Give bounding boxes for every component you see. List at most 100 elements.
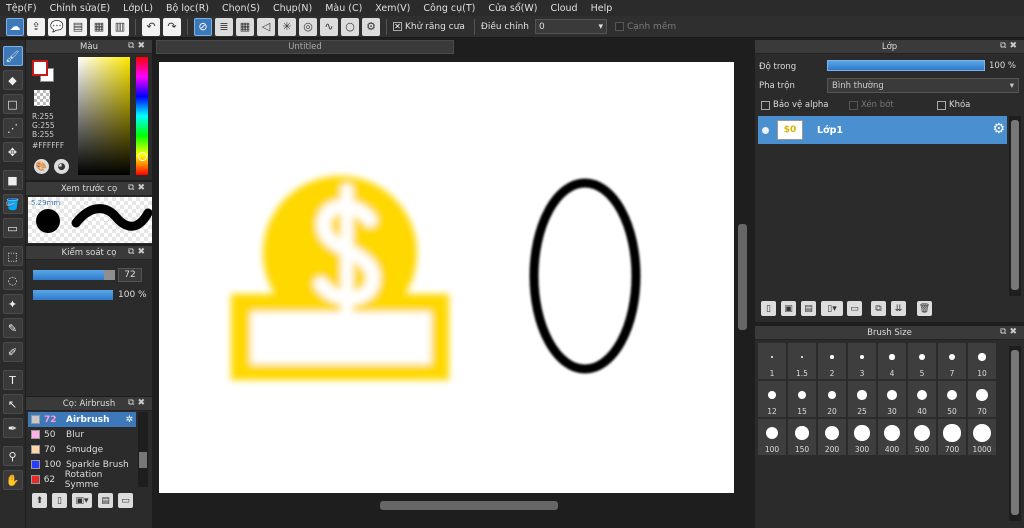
brush-menu-icon[interactable]: ▣▾ [72,493,92,508]
canvas-vertical-scrollbar[interactable] [735,60,749,494]
brush-opacity-slider[interactable] [33,290,113,300]
menu-help[interactable]: Help [591,3,613,14]
grid-icon[interactable]: ▦ [90,17,108,36]
menu-select[interactable]: Chọn(S) [222,3,260,14]
menu-layer[interactable]: Lớp(L) [123,3,153,14]
brush-item[interactable]: 72 Airbrush ✲ [28,412,136,427]
eyedropper-tool-icon[interactable]: ⚲ [2,446,23,466]
brush-size-scrollbar[interactable] [1009,346,1021,521]
brush-folder-icon[interactable]: ▭ [118,493,133,508]
antialias-checkbox[interactable]: ✕ [393,22,402,31]
menu-capture[interactable]: Chụp(N) [273,3,312,14]
brush-size-cell[interactable]: 2 [817,342,847,380]
parallel-ruler-icon[interactable]: ≣ [215,17,233,36]
document-tab[interactable]: Untitled [156,40,454,54]
menu-edit[interactable]: Chỉnh sửa(E) [50,3,111,14]
layer-folder-icon[interactable]: ▭ [847,301,862,316]
layer-list-scrollbar[interactable] [1009,116,1021,296]
fill-shape-tool-icon[interactable]: ■ [2,170,23,190]
operation-tool-icon[interactable]: ↖ [2,394,23,414]
select-pen-icon[interactable]: ✎ [2,318,23,338]
menu-tools[interactable]: Công cụ(T) [423,3,475,14]
menu-cloud[interactable]: Cloud [550,3,577,14]
panels-icon[interactable]: ▥ [111,17,129,36]
brush-size-cell[interactable]: 200 [817,418,847,456]
saturation-value-picker[interactable] [78,57,130,175]
bucket-tool-icon[interactable]: 🪣 [2,194,23,214]
layer-row[interactable]: $0 Lớp1 ⚙ [758,116,1007,144]
brush-size-cell[interactable]: 50 [937,380,967,418]
panel-close-icon[interactable]: ⧉✖ [128,41,148,51]
divide-tool-icon[interactable]: ✒ [2,418,23,438]
panel-close-icon[interactable]: ⧉✖ [128,398,148,408]
brush-size-cell[interactable]: 30 [877,380,907,418]
brush-size-cell[interactable]: 70 [967,380,997,418]
brush-item[interactable]: 62 Rotation Symme [28,470,136,490]
redo-icon[interactable]: ↷ [163,17,181,36]
panel-close-icon[interactable]: ⧉✖ [1000,41,1020,51]
protect-alpha-checkbox[interactable] [761,100,770,110]
protect-alpha-option[interactable]: Bảo vệ alpha [761,100,828,110]
layer-opacity-slider[interactable] [827,60,985,71]
circle-ruler-icon[interactable]: ○ [341,17,359,36]
magic-wand-icon[interactable]: ✦ [2,294,23,314]
brush-item[interactable]: 70 Smudge [28,442,136,457]
drawing-canvas[interactable] [159,62,734,493]
brush-size-cell[interactable]: 10 [967,342,997,380]
snap-off-icon[interactable]: ⊘ [194,17,212,36]
clipping-checkbox[interactable] [849,100,858,110]
panel-close-icon[interactable]: ⧉✖ [128,183,148,193]
layer-visibility-icon[interactable] [762,126,769,134]
panel-close-icon[interactable]: ⧉✖ [1000,327,1020,337]
brush-size-cell[interactable]: 400 [877,418,907,456]
brush-item[interactable]: 50 Blur [28,427,136,442]
menu-filter[interactable]: Bộ lọc(R) [166,3,209,14]
dot-tool-icon[interactable]: ⋰ [2,118,23,138]
softedge-checkbox[interactable] [614,22,624,31]
text-tool-icon[interactable]: T [2,370,23,390]
menu-window[interactable]: Cửa sổ(W) [488,3,537,14]
menu-color[interactable]: Màu (C) [325,3,362,14]
snap-settings-icon[interactable]: ⚙ [362,17,380,36]
brush-size-slider[interactable] [33,270,115,280]
brush-size-cell[interactable]: 700 [937,418,967,456]
transparent-swatch[interactable] [34,90,50,106]
export-icon[interactable]: ⇪ [27,17,45,36]
perspective-icon[interactable]: ◁ [257,17,275,36]
shape-tool-icon[interactable]: □ [2,94,23,114]
merge-layer-icon[interactable]: ⇊ [891,301,906,316]
move-tool-icon[interactable]: ✥ [2,142,23,162]
hue-marker[interactable] [138,152,147,161]
new-brush-icon[interactable]: ▯ [52,493,67,508]
palette-icon[interactable]: 🎨 [34,159,49,174]
new-halftone-layer-icon[interactable]: ▣ [781,301,796,316]
chat-icon[interactable]: 💬 [48,17,66,36]
new-8bit-layer-icon[interactable]: ▤ [801,301,816,316]
brush-list-scrollbar[interactable] [138,412,148,487]
brush-settings-icon[interactable]: ▤ [98,493,113,508]
select-tool-icon[interactable]: ⬚ [2,246,23,266]
select-eraser-icon[interactable]: ✐ [2,342,23,362]
canvas-horizontal-scrollbar[interactable] [158,498,738,512]
curve-icon[interactable]: ∿ [320,17,338,36]
lock-option[interactable]: Khóa [937,100,970,110]
add-layer-menu-icon[interactable]: ▯▾ [821,301,843,316]
gradient-tool-icon[interactable]: ▭ [2,218,23,238]
brush-size-cell[interactable]: 25 [847,380,877,418]
menu-view[interactable]: Xem(V) [375,3,410,14]
brush-size-cell[interactable]: 20 [817,380,847,418]
undo-icon[interactable]: ↶ [142,17,160,36]
brush-size-cell[interactable]: 15 [787,380,817,418]
brush-size-cell[interactable]: 500 [907,418,937,456]
brush-size-cell[interactable]: 4 [877,342,907,380]
delete-layer-icon[interactable]: 🗑 [917,301,932,316]
blend-mode-select[interactable]: Bình thường ▾ [827,78,1019,93]
eraser-tool-icon[interactable]: ◆ [2,70,23,90]
lock-checkbox[interactable] [937,100,946,110]
radial-icon[interactable]: ✳ [278,17,296,36]
new-layer-icon[interactable]: ▯ [761,301,776,316]
brush-size-cell[interactable]: 3 [847,342,877,380]
brush-tool-icon[interactable]: 🖌 [2,46,23,66]
foreground-color-swatch[interactable] [32,60,48,76]
cloud-icon[interactable]: ☁ [6,17,24,36]
